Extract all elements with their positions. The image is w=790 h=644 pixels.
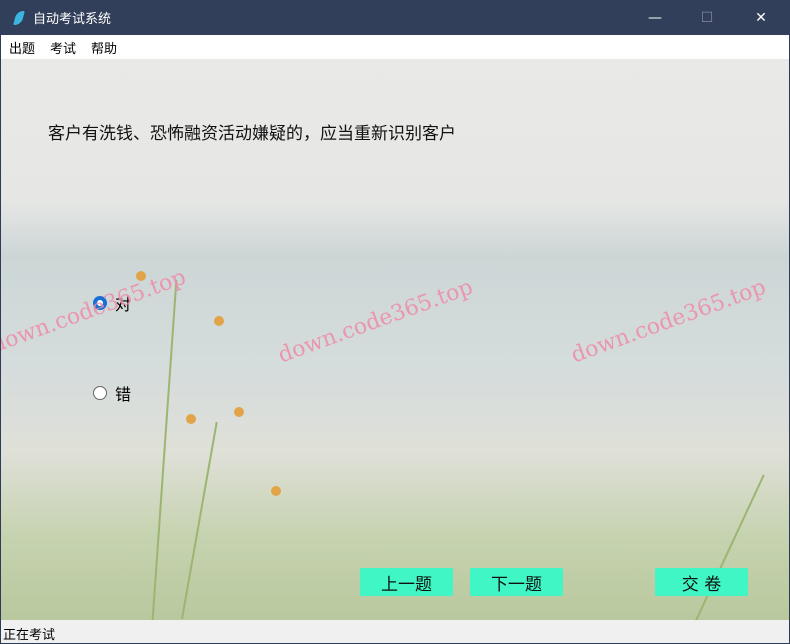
status-text: 正在考试 <box>3 628 56 643</box>
watermark: down.code365.top <box>1 264 190 359</box>
background-flower <box>186 414 196 424</box>
status-bar: 正在考试 <box>1 620 789 643</box>
question-text: 客户有洗钱、恐怖融资活动嫌疑的，应当重新识别客户 <box>48 124 456 144</box>
radio-false[interactable] <box>93 386 107 400</box>
window-title: 自动考试系统 <box>33 12 112 27</box>
close-button[interactable]: ✕ <box>738 0 784 35</box>
prev-question-button[interactable]: 上一题 <box>360 568 453 596</box>
background-flower <box>271 486 281 496</box>
submit-exam-button[interactable]: 交 卷 <box>655 568 748 596</box>
background-plant <box>181 421 218 620</box>
background-flower <box>214 316 224 326</box>
background-plant <box>691 474 765 620</box>
exam-panel: 客户有洗钱、恐怖融资活动嫌疑的，应当重新识别客户 对 错 down.code36… <box>1 59 789 620</box>
background-flower <box>234 407 244 417</box>
next-question-button[interactable]: 下一题 <box>470 568 563 596</box>
maximize-button[interactable]: ☐ <box>684 0 730 35</box>
watermark: down.code365.top <box>274 274 477 369</box>
menu-item-help[interactable]: 帮助 <box>91 38 117 57</box>
title-bar: 自动考试系统 — ☐ ✕ <box>0 0 790 35</box>
menu-item-create[interactable]: 出题 <box>9 38 35 57</box>
option-false[interactable]: 错 <box>93 381 131 405</box>
menu-item-exam[interactable]: 考试 <box>50 38 76 57</box>
menu-bar: 出题 考试 帮助 <box>1 35 789 59</box>
watermark: down.code365.top <box>567 274 770 369</box>
option-false-label: 错 <box>115 385 132 404</box>
minimize-button[interactable]: — <box>632 0 678 35</box>
feather-icon <box>13 10 25 25</box>
background-plant <box>151 279 178 620</box>
